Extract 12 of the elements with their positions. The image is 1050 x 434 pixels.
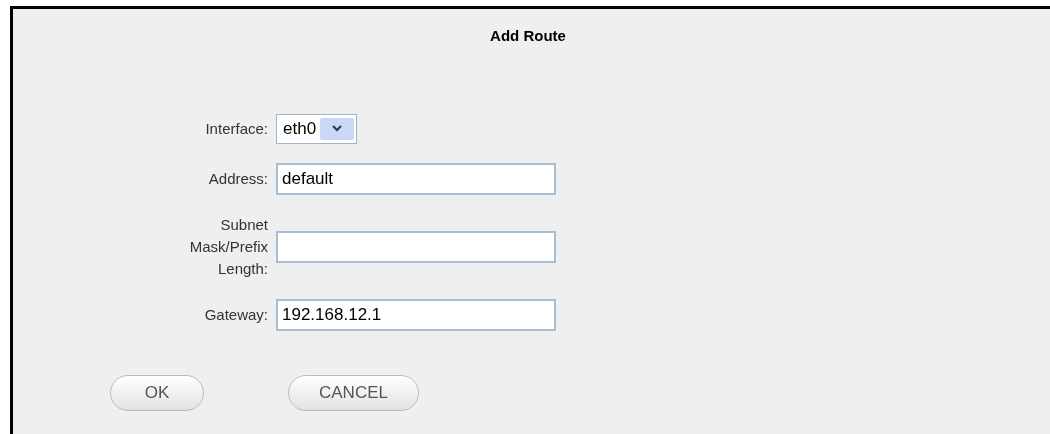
chevron-icon	[320, 117, 355, 140]
dialog-title: Add Route	[490, 26, 566, 46]
interface-select[interactable]: eth0	[276, 113, 358, 144]
text-field[interactable]: default	[276, 162, 556, 195]
field-label: Interface:	[204, 118, 268, 139]
field-label: Gateway:	[203, 304, 268, 325]
field-label: Address:	[207, 168, 268, 189]
dialog-button[interactable]: CANCEL	[288, 374, 419, 411]
text-field[interactable]: 192.168.12.1	[276, 298, 556, 331]
dialog-button[interactable]: OK	[110, 374, 204, 411]
text-field[interactable]	[276, 230, 556, 263]
field-label: Subnet Mask/Prefix Length:	[188, 214, 268, 279]
